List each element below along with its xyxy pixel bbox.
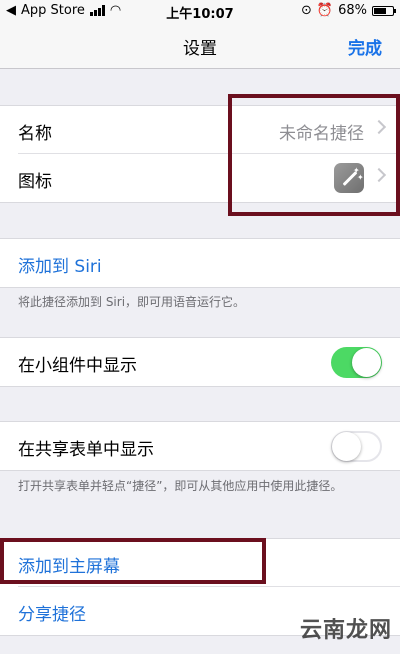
done-button[interactable]: 完成 [348,34,382,59]
navigation-bar: 设置 完成 [0,22,400,69]
battery-icon [372,5,396,16]
share-sheet-row: 在共享表单中显示 [0,422,400,470]
icon-label: 图标 [18,172,52,192]
status-right: ⊙ ⏰ 68% [301,3,396,18]
siri-note: 将此捷径添加到 Siri，即可用语音运行它。 [18,295,246,309]
add-to-siri-row[interactable]: 添加到 Siri [0,239,400,287]
highlight-box-add-home [0,538,266,584]
widget-toggle[interactable] [331,347,382,378]
share-shortcut-button[interactable]: 分享捷径 [18,600,86,625]
orientation-lock-icon: ⊙ [301,3,312,18]
widget-label: 在小组件中显示 [18,356,137,376]
battery-percent: 68% [338,3,367,18]
alarm-icon: ⏰ [316,3,334,18]
add-to-siri-button[interactable]: 添加到 Siri [18,252,102,277]
share-sheet-toggle[interactable] [331,431,382,462]
widget-group: 在小组件中显示 [0,337,400,387]
widget-row: 在小组件中显示 [0,338,400,386]
status-bar: ◀ App Store ◠ 上午10:07 ⊙ ⏰ 68% [0,0,400,22]
page-title: 设置 [183,39,217,59]
share-sheet-group: 在共享表单中显示 [0,421,400,471]
siri-group: 添加到 Siri [0,238,400,288]
watermark-text: 云南龙网 [299,618,392,643]
share-sheet-note: 打开共享表单并轻点“捷径”，即可从其他应用中使用此捷径。 [18,479,343,493]
highlight-box-name-icon [228,94,400,216]
name-label: 名称 [18,124,52,144]
share-sheet-label: 在共享表单中显示 [18,440,154,460]
